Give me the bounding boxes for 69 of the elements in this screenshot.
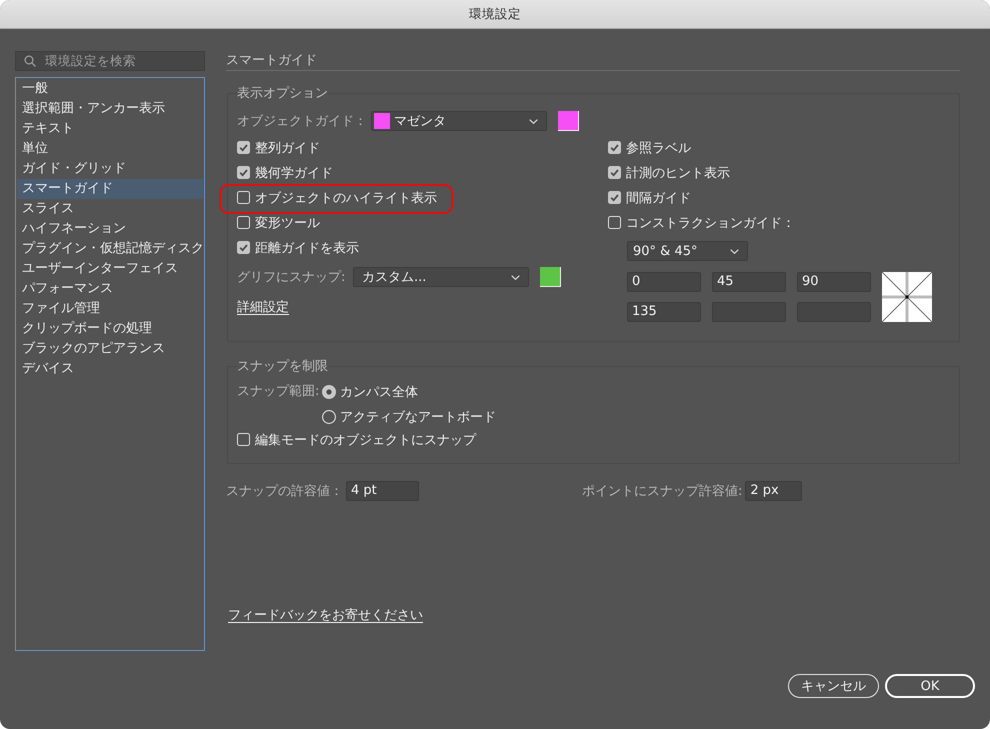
checkbox[interactable]: [237, 216, 250, 229]
angle-field[interactable]: 135: [627, 302, 701, 322]
checkbox-label[interactable]: 間隔ガイド: [626, 188, 691, 206]
checkbox-label[interactable]: 距離ガイドを表示: [255, 238, 359, 256]
radio-button[interactable]: [322, 410, 336, 424]
field-label: スナップ範囲:: [237, 383, 320, 401]
category-item[interactable]: 選択範囲・アンカー表示: [17, 99, 203, 119]
checkbox[interactable]: [608, 216, 621, 229]
advanced-settings-link[interactable]: 詳細設定: [237, 298, 289, 316]
category-item[interactable]: ファイル管理: [17, 299, 203, 319]
category-item[interactable]: ガイド・グリッド: [17, 159, 203, 179]
checkbox-label[interactable]: コンストラクションガイド：: [626, 214, 795, 232]
tolerance-field[interactable]: 2 px: [745, 481, 802, 501]
chevron-down-icon: [730, 248, 739, 254]
tolerance-field[interactable]: 4 pt: [346, 481, 419, 501]
chevron-down-icon: [529, 118, 538, 124]
category-item[interactable]: ブラックのアピアランス: [17, 339, 203, 359]
field-label: スナップの許容値：: [226, 483, 343, 500]
category-item[interactable]: スライス: [17, 199, 203, 219]
checkbox-label[interactable]: 参照ラベル: [626, 138, 691, 156]
field-label: ポイントにスナップ許容値:: [582, 483, 742, 500]
checkbox[interactable]: [608, 166, 621, 179]
window-title: 環境設定: [469, 6, 521, 22]
checkbox[interactable]: [237, 166, 250, 179]
category-item[interactable]: クリップボードの処理: [17, 319, 203, 339]
category-item[interactable]: スマートガイド: [17, 179, 203, 199]
group-title: スナップを制限: [237, 358, 328, 375]
checkbox[interactable]: [608, 141, 621, 154]
angle-field[interactable]: 45: [712, 272, 786, 292]
color-swatch-button[interactable]: [540, 267, 561, 287]
category-item[interactable]: ユーザーインターフェイス: [17, 259, 203, 279]
chevron-down-icon: [511, 274, 520, 280]
group-title: 表示オプション: [237, 85, 328, 102]
category-item[interactable]: 一般: [17, 79, 203, 99]
angle-field[interactable]: 90: [797, 272, 871, 292]
category-item[interactable]: デバイス: [17, 359, 203, 379]
angle-field[interactable]: 0: [627, 272, 701, 292]
checkbox-label[interactable]: 編集モードのオブジェクトにスナップ: [255, 430, 476, 448]
radio-button[interactable]: [322, 385, 336, 399]
feedback-link[interactable]: フィードバックをお寄せください: [228, 606, 423, 624]
angle-grid-icon: [882, 272, 932, 322]
category-item[interactable]: ハイフネーション: [17, 219, 203, 239]
category-item[interactable]: テキスト: [17, 119, 203, 139]
color-dropdown[interactable]: マゼンタ: [371, 111, 547, 131]
glyph-dropdown[interactable]: カスタム...: [353, 267, 529, 287]
cancel-button[interactable]: キャンセル: [788, 674, 879, 698]
checkbox[interactable]: [237, 241, 250, 254]
checkbox-label[interactable]: オブジェクトのハイライト表示: [255, 188, 437, 206]
angle-dropdown[interactable]: 90° & 45°: [627, 241, 748, 261]
checkbox[interactable]: [237, 141, 250, 154]
field-label: グリフにスナップ:: [237, 269, 346, 286]
checkbox[interactable]: [237, 433, 250, 446]
category-item[interactable]: パフォーマンス: [17, 279, 203, 299]
ok-button[interactable]: OK: [885, 674, 975, 698]
radio-label[interactable]: カンパス全体: [340, 383, 418, 401]
checkbox-label[interactable]: 変形ツール: [255, 214, 320, 232]
checkbox-label[interactable]: 整列ガイド: [255, 138, 320, 156]
checkbox[interactable]: [608, 191, 621, 204]
radio-label[interactable]: アクティブなアートボード: [340, 408, 496, 426]
category-item[interactable]: プラグイン・仮想記憶ディスク: [17, 239, 203, 259]
search-icon: [24, 55, 36, 67]
category-item[interactable]: 単位: [17, 139, 203, 159]
field-label: オブジェクトガイド：: [237, 113, 368, 130]
page-title: スマートガイド: [226, 51, 960, 71]
checkbox[interactable]: [237, 191, 250, 204]
checkbox-label[interactable]: 幾何学ガイド: [255, 164, 333, 182]
color-swatch-button[interactable]: [558, 111, 579, 131]
checkbox-label[interactable]: 計測のヒント表示: [626, 164, 730, 182]
search-field[interactable]: 環境設定を検索: [15, 51, 205, 71]
